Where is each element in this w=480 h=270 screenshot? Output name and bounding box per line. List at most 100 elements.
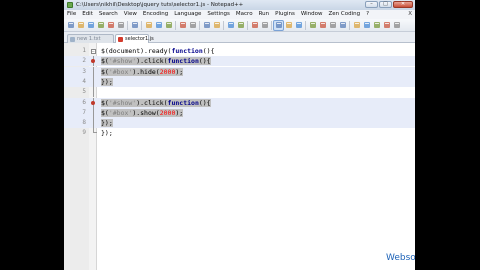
line-number: 6: [82, 98, 86, 106]
run-macro-multiple-icon[interactable]: [382, 21, 391, 30]
menu-file[interactable]: File: [64, 10, 79, 19]
menu-language[interactable]: Language: [171, 10, 204, 19]
code-line[interactable]: 8});: [64, 118, 415, 129]
open-folder-icon[interactable]: [76, 21, 85, 30]
window-controls: – □ ✕: [365, 1, 413, 9]
menu-run[interactable]: Run: [256, 10, 273, 19]
fold-line: [92, 107, 94, 118]
function-list-icon[interactable]: [328, 21, 337, 30]
code-text: $(document).ready(function(){: [101, 47, 215, 55]
saved-file-icon: [70, 36, 75, 42]
tab-new-1[interactable]: new 1.txt: [67, 34, 114, 43]
play-macro-icon[interactable]: [372, 21, 381, 30]
code-line[interactable]: 6 $('#show').click(function(){: [64, 97, 415, 108]
paste-icon[interactable]: [164, 21, 173, 30]
line-number: 7: [82, 108, 86, 116]
record-macro-icon[interactable]: [352, 21, 361, 30]
toolbar-separator: [175, 20, 176, 30]
code-editor[interactable]: 1− $(document).ready(function(){2 $('#show…: [64, 43, 415, 270]
menu-window[interactable]: Window: [298, 10, 326, 19]
code-text: $('#box').show(2000);: [101, 108, 184, 117]
word-wrap-icon[interactable]: [273, 19, 284, 31]
menu-plugins[interactable]: Plugins: [272, 10, 298, 19]
code-line[interactable]: 9});: [64, 128, 415, 138]
unsaved-file-icon: [118, 36, 123, 42]
save-icon[interactable]: [86, 21, 95, 30]
toolbar-separator: [127, 20, 128, 30]
sync-h-icon[interactable]: [260, 21, 269, 30]
fold-line: [92, 118, 94, 129]
tab-label: new 1.txt: [77, 36, 101, 42]
user-lang-icon[interactable]: [308, 21, 317, 30]
tab-selector1-js[interactable]: selector1.js: [115, 34, 154, 43]
code-line[interactable]: 1− $(document).ready(function(){: [64, 46, 415, 56]
stop-record-icon[interactable]: [362, 21, 371, 30]
menu-view[interactable]: View: [121, 10, 140, 19]
replace-icon[interactable]: [212, 21, 221, 30]
line-number: 5: [82, 88, 86, 96]
menu-settings[interactable]: Settings: [204, 10, 233, 19]
folder-workspace-icon[interactable]: [338, 21, 347, 30]
code-line[interactable]: 7 $('#box').show(2000);: [64, 107, 415, 118]
menu-bar: File Edit Search View Encoding Language …: [64, 10, 415, 19]
toolbar-separator: [223, 20, 224, 30]
code-text: });: [101, 119, 113, 128]
toolbar-separator: [271, 20, 272, 30]
doc-map-icon[interactable]: [318, 21, 327, 30]
save-macro-icon[interactable]: [392, 21, 401, 30]
close-document-button[interactable]: X: [408, 10, 412, 19]
code-line[interactable]: 3 $('#box').hide(2000);: [64, 66, 415, 77]
fold-end-icon: [92, 128, 97, 134]
toolbar-separator: [199, 20, 200, 30]
undo-icon[interactable]: [178, 21, 187, 30]
code-text: $('#show').click(function(){: [101, 98, 211, 107]
close-file-icon[interactable]: [106, 21, 115, 30]
notepad-app-icon: [67, 2, 73, 8]
code-text: $('#show').click(function(){: [101, 57, 211, 66]
menu-zen-coding[interactable]: Zen Coding: [326, 10, 364, 19]
title-bar: C:\Users\nikhil\Desktop\jquery tuts\sele…: [64, 0, 415, 10]
save-all-icon[interactable]: [96, 21, 105, 30]
tab-label: selector1.js: [125, 36, 154, 42]
find-icon[interactable]: [202, 21, 211, 30]
toolbar: [64, 19, 415, 32]
redo-icon[interactable]: [188, 21, 197, 30]
zoom-in-icon[interactable]: [226, 21, 235, 30]
fold-line: [92, 66, 94, 77]
sync-v-icon[interactable]: [250, 21, 259, 30]
menu-edit[interactable]: Edit: [79, 10, 96, 19]
line-number: 9: [82, 129, 86, 137]
menu-macro[interactable]: Macro: [233, 10, 256, 19]
fold-line: [92, 76, 94, 87]
minimize-button[interactable]: –: [365, 1, 378, 8]
zoom-out-icon[interactable]: [236, 21, 245, 30]
menu-search[interactable]: Search: [96, 10, 121, 19]
show-all-chars-icon[interactable]: [284, 21, 293, 30]
code-line[interactable]: 4});: [64, 76, 415, 87]
code-line[interactable]: 2 $('#show').click(function(){: [64, 56, 415, 67]
menu-help[interactable]: ?: [363, 10, 372, 19]
code-text: });: [101, 77, 113, 86]
line-number: 8: [82, 119, 86, 127]
tab-bar: new 1.txt selector1.js: [64, 32, 415, 43]
line-number: 4: [82, 77, 86, 85]
toolbar-separator: [349, 20, 350, 30]
indent-guide-icon[interactable]: [294, 21, 303, 30]
copy-icon[interactable]: [154, 21, 163, 30]
code-line[interactable]: 5: [64, 87, 415, 98]
notepad-plus-plus-window: C:\Users\nikhil\Desktop\jquery tuts\sele…: [64, 0, 415, 270]
fold-toggle-icon[interactable]: −: [90, 48, 96, 54]
line-number: 2: [82, 57, 86, 65]
bookmark-icon: [91, 59, 95, 64]
line-number: 1: [82, 47, 86, 54]
maximize-button[interactable]: □: [379, 1, 392, 8]
menu-encoding[interactable]: Encoding: [140, 10, 171, 19]
fold-line: [92, 87, 94, 98]
print-icon[interactable]: [130, 21, 139, 30]
close-button[interactable]: ✕: [393, 1, 413, 8]
new-file-icon[interactable]: [66, 21, 75, 30]
toolbar-separator: [305, 20, 306, 30]
close-all-icon[interactable]: [116, 21, 125, 30]
bookmark-icon: [91, 100, 95, 105]
cut-icon[interactable]: [144, 21, 153, 30]
